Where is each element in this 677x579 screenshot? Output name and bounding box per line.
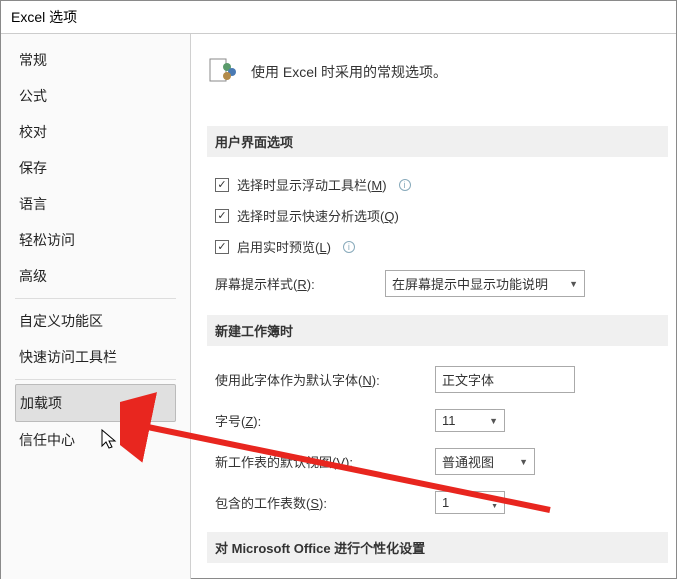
chevron-down-icon: ▼ — [519, 457, 528, 467]
section-personalize-title: 对 Microsoft Office 进行个性化设置 — [207, 532, 668, 563]
checkbox-label: 启用实时预览(L) — [237, 237, 331, 256]
sidebar-item-quick-access[interactable]: 快速访问工具栏 — [15, 339, 176, 375]
section-ui-options-title: 用户界面选项 — [207, 126, 668, 157]
checkbox-mini-toolbar[interactable]: ✓ 选择时显示浮动工具栏(M) i — [207, 169, 668, 200]
dialog-title: Excel 选项 — [1, 1, 676, 34]
checkbox-label: 选择时显示浮动工具栏(M) — [237, 175, 387, 194]
checkbox-live-preview[interactable]: ✓ 启用实时预览(L) i — [207, 231, 668, 262]
sidebar-item-accessibility[interactable]: 轻松访问 — [15, 222, 176, 258]
sidebar-item-trust-center[interactable]: 信任中心 — [15, 422, 176, 458]
sidebar-separator — [15, 298, 176, 299]
checkmark-icon: ✓ — [215, 240, 229, 254]
sidebar-item-proofing[interactable]: 校对 — [15, 114, 176, 150]
sheet-count-spinner[interactable]: 1 ▲▼ — [435, 491, 505, 514]
sidebar-item-save[interactable]: 保存 — [15, 150, 176, 186]
sidebar-item-addins[interactable]: 加载项 — [15, 384, 176, 422]
sidebar-item-language[interactable]: 语言 — [15, 186, 176, 222]
default-view-label: 新工作表的默认视图(V): — [215, 452, 435, 471]
chevron-down-icon: ▼ — [569, 279, 578, 289]
section-new-workbook-title: 新建工作簿时 — [207, 315, 668, 346]
font-size-label: 字号(Z): — [215, 411, 435, 430]
panel-header-text: 使用 Excel 时采用的常规选项。 — [251, 62, 447, 82]
default-font-select[interactable]: 正文字体 — [435, 366, 575, 393]
chevron-down-icon: ▼ — [489, 416, 498, 426]
screen-tip-label: 屏幕提示样式(R): — [215, 274, 385, 293]
sidebar-item-formulas[interactable]: 公式 — [15, 78, 176, 114]
sheet-count-label: 包含的工作表数(S): — [215, 493, 435, 512]
info-icon[interactable]: i — [343, 241, 355, 253]
info-icon[interactable]: i — [399, 179, 411, 191]
spinner-icon: ▲▼ — [491, 496, 498, 510]
checkmark-icon: ✓ — [215, 209, 229, 223]
sidebar-item-customize-ribbon[interactable]: 自定义功能区 — [15, 303, 176, 339]
checkbox-label: 选择时显示快速分析选项(Q) — [237, 206, 399, 225]
default-view-select[interactable]: 普通视图 ▼ — [435, 448, 535, 475]
options-icon — [207, 54, 239, 89]
sidebar-separator — [15, 379, 176, 380]
default-font-label: 使用此字体作为默认字体(N): — [215, 370, 435, 389]
font-size-select[interactable]: 11 ▼ — [435, 409, 505, 432]
sidebar-item-general[interactable]: 常规 — [15, 42, 176, 78]
checkmark-icon: ✓ — [215, 178, 229, 192]
sidebar-item-advanced[interactable]: 高级 — [15, 258, 176, 294]
checkbox-quick-analysis[interactable]: ✓ 选择时显示快速分析选项(Q) — [207, 200, 668, 231]
screen-tip-select[interactable]: 在屏幕提示中显示功能说明 ▼ — [385, 270, 585, 297]
main-panel: 使用 Excel 时采用的常规选项。 用户界面选项 ✓ 选择时显示浮动工具栏(M… — [191, 34, 676, 579]
sidebar: 常规 公式 校对 保存 语言 轻松访问 高级 自定义功能区 快速访问工具栏 加载… — [1, 34, 191, 579]
